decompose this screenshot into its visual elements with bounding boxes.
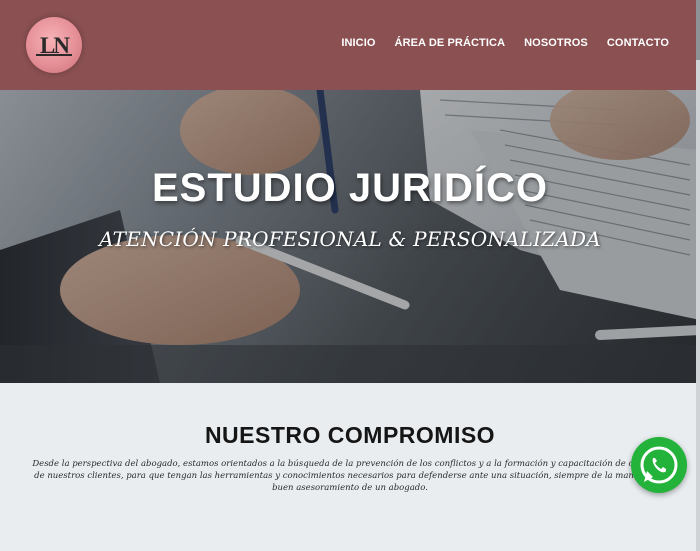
hero-subtitle: ATENCIÓN PROFESIONAL & PERSONALIZADA [99, 227, 601, 251]
whatsapp-button[interactable] [631, 437, 687, 493]
nav-item-area-de-practica[interactable]: ÁREA DE PRÁCTICA [395, 37, 506, 49]
scrollbar-thumb[interactable] [696, 0, 700, 60]
logo[interactable]: LN [26, 17, 82, 73]
main-nav: INICIO ÁREA DE PRÁCTICA NOSOTROS CONTACT… [341, 37, 669, 49]
hero-title: ESTUDIO JURIDÍCO [151, 166, 549, 210]
commitment-section: NUESTRO COMPROMISO Desde la perspectiva … [0, 383, 700, 551]
page-scrollbar[interactable] [696, 0, 700, 551]
navbar: LN INICIO ÁREA DE PRÁCTICA NOSOTROS CONT… [0, 0, 700, 90]
logo-underline [36, 54, 72, 56]
commitment-text: Desde la perspectiva del abogado, estamo… [32, 459, 668, 493]
nav-item-contacto[interactable]: CONTACTO [607, 37, 669, 49]
nav-item-inicio[interactable]: INICIO [341, 37, 375, 49]
commitment-title: NUESTRO COMPROMISO [204, 422, 496, 448]
hero-banner: ESTUDIO JURIDÍCO ATENCIÓN PROFESIONAL & … [0, 90, 700, 383]
nav-item-nosotros[interactable]: NOSOTROS [524, 37, 588, 49]
whatsapp-icon [640, 446, 678, 484]
